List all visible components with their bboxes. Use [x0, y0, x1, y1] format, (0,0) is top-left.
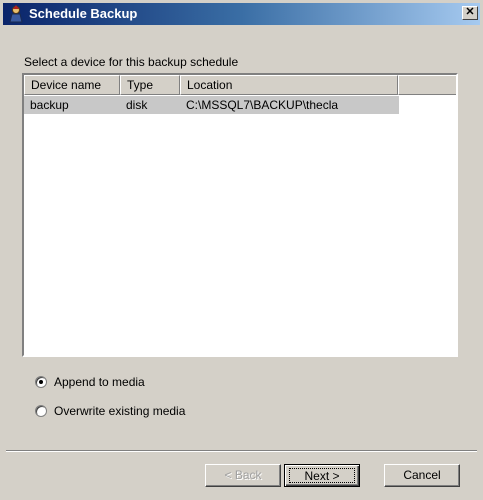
device-list-header: Device name Type Location [24, 75, 456, 95]
device-type-cell: disk [126, 98, 148, 112]
radio-selected-dot [39, 380, 43, 384]
column-type[interactable]: Type [120, 75, 180, 95]
append-option[interactable]: Append to media [35, 373, 145, 391]
device-list[interactable]: Device name Type Location backup disk C:… [22, 73, 458, 357]
column-device-name[interactable]: Device name [24, 75, 120, 95]
window-title: Schedule Backup [29, 6, 138, 21]
button-separator [6, 450, 477, 452]
next-label: Next > [289, 468, 355, 483]
back-button[interactable]: < Back [205, 464, 281, 487]
close-button[interactable]: ✕ [462, 6, 478, 20]
append-label: Append to media [54, 375, 145, 389]
cancel-button[interactable]: Cancel [384, 464, 460, 487]
next-button[interactable]: Next > [284, 464, 360, 487]
column-filler [398, 75, 456, 95]
device-name-cell: backup [30, 98, 69, 112]
close-icon: ✕ [465, 6, 475, 18]
title-bar[interactable]: Schedule Backup ✕ [3, 3, 480, 25]
device-location-cell: C:\MSSQL7\BACKUP\thecla [186, 98, 339, 112]
wizard-figure-icon [9, 5, 23, 23]
append-radio[interactable] [35, 376, 47, 388]
device-row[interactable]: backup disk C:\MSSQL7\BACKUP\thecla [24, 96, 399, 114]
overwrite-option[interactable]: Overwrite existing media [35, 402, 185, 420]
overwrite-radio[interactable] [35, 405, 47, 417]
overwrite-label: Overwrite existing media [54, 404, 186, 418]
schedule-backup-dialog: Schedule Backup ✕ Select a device for th… [0, 0, 483, 500]
device-prompt: Select a device for this backup schedule [24, 55, 239, 69]
column-location[interactable]: Location [180, 75, 398, 95]
